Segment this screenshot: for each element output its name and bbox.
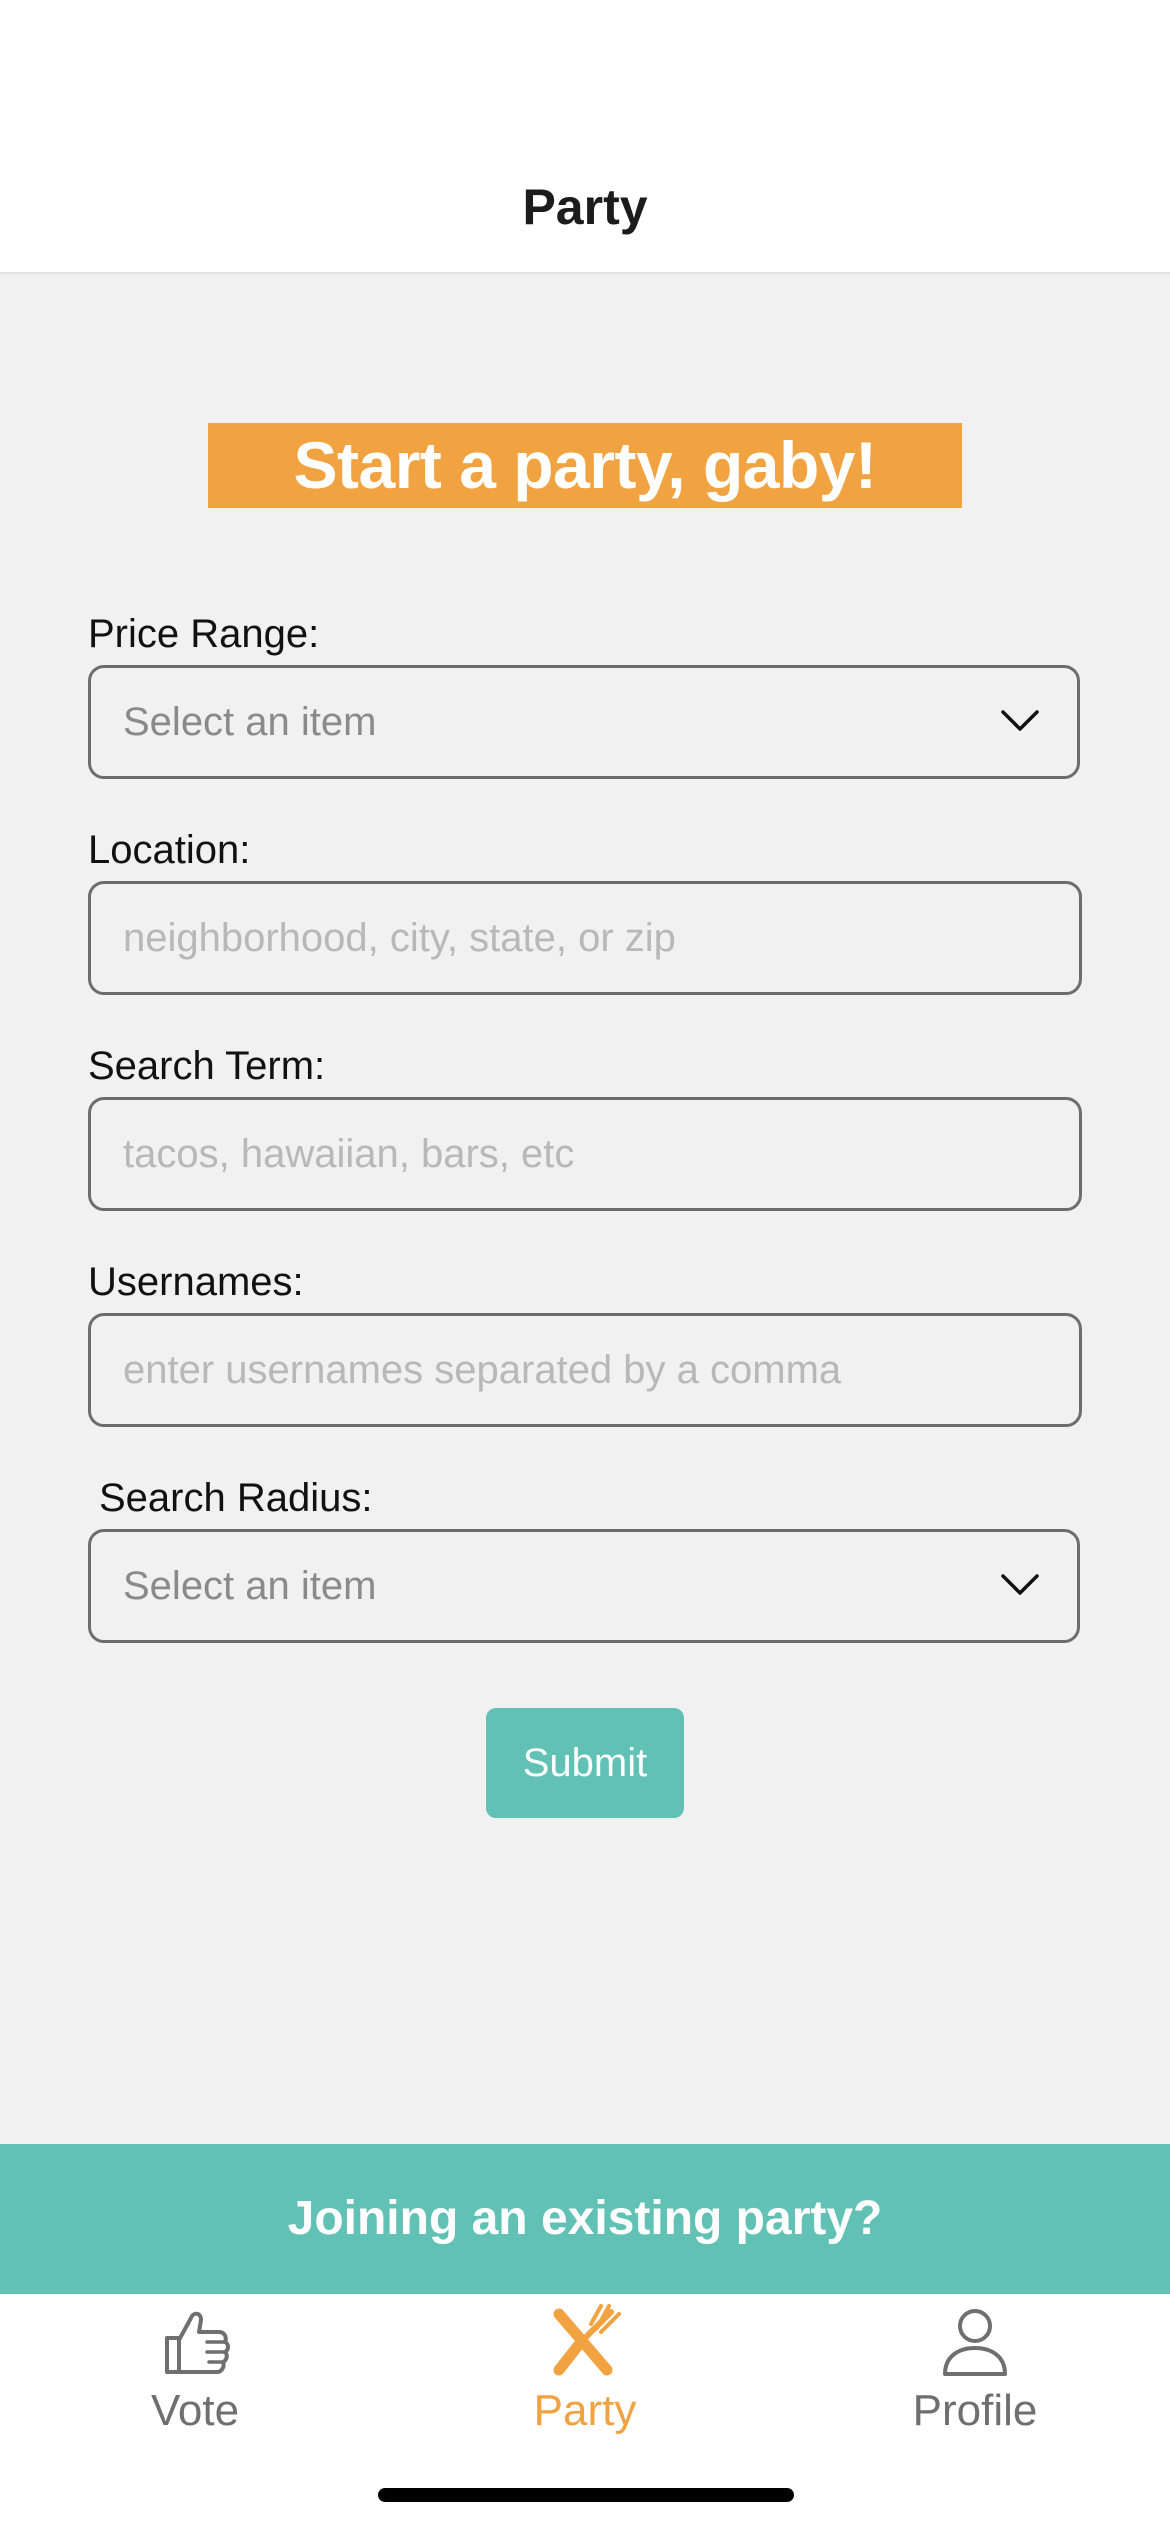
price-range-select[interactable]: Select an item <box>88 665 1080 779</box>
usernames-placeholder: enter usernames separated by a comma <box>123 1348 842 1392</box>
submit-button[interactable]: Submit <box>486 1708 684 1818</box>
start-party-banner: Start a party, gaby! <box>208 423 962 508</box>
search-radius-value: Select an item <box>123 1564 377 1608</box>
location-label: Location: <box>88 828 251 872</box>
search-radius-select[interactable]: Select an item <box>88 1529 1080 1643</box>
tab-party[interactable]: Party <box>435 2294 735 2454</box>
usernames-input[interactable]: enter usernames separated by a comma <box>88 1313 1082 1427</box>
chevron-down-icon <box>1001 1574 1039 1595</box>
thumbs-up-icon <box>165 2311 230 2374</box>
tab-profile-label: Profile <box>912 2386 1038 2435</box>
search-term-label: Search Term: <box>88 1044 326 1088</box>
tab-profile[interactable]: Profile <box>825 2294 1125 2454</box>
nav-header: Party <box>0 0 1170 274</box>
location-placeholder: neighborhood, city, state, or zip <box>123 916 676 960</box>
party-screen: Party Start a party, gaby! Price Range: … <box>0 0 1170 2532</box>
tab-vote-label: Vote <box>150 2386 240 2435</box>
price-range-value: Select an item <box>123 700 377 744</box>
search-term-placeholder: tacos, hawaiian, bars, etc <box>123 1132 575 1176</box>
chevron-down-icon <box>1001 710 1039 731</box>
page-title: Party <box>522 179 648 235</box>
usernames-label: Usernames: <box>88 1260 304 1304</box>
home-indicator <box>378 2488 794 2502</box>
user-icon <box>943 2309 1007 2376</box>
tab-vote[interactable]: Vote <box>45 2294 345 2454</box>
location-input[interactable]: neighborhood, city, state, or zip <box>88 881 1082 995</box>
utensils-icon <box>553 2304 621 2376</box>
search-radius-label: Search Radius: <box>99 1476 373 1520</box>
tab-party-label: Party <box>533 2386 637 2435</box>
search-term-input[interactable]: tacos, hawaiian, bars, etc <box>88 1097 1082 1211</box>
join-existing-party-button[interactable]: Joining an existing party? <box>0 2144 1170 2294</box>
price-range-label: Price Range: <box>88 612 320 656</box>
